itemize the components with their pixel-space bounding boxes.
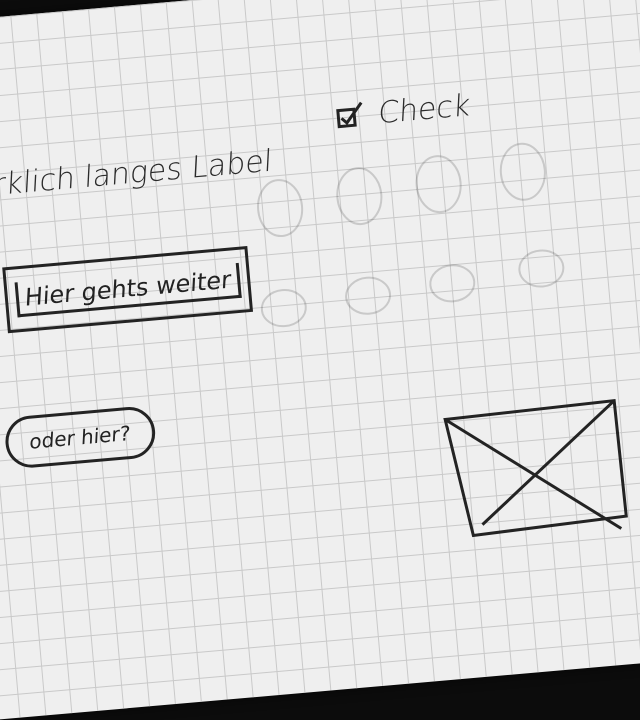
primary-button-label: Hier gehts weiter	[24, 264, 232, 312]
faint-radio-marks	[257, 142, 565, 328]
primary-button[interactable]: Hier gehts weiter	[2, 246, 254, 334]
paper-sheet: irklich langes Label Check Hier gehts we…	[0, 0, 640, 720]
checkbox-label: Check	[377, 87, 472, 132]
checkbox-check[interactable]: Check	[333, 88, 472, 135]
image-placeholder-icon	[443, 399, 628, 538]
secondary-button-label: oder hier?	[29, 420, 132, 454]
long-label: irklich langes Label	[0, 143, 273, 204]
primary-button-inner: Hier gehts weiter	[14, 262, 242, 317]
secondary-button[interactable]: oder hier?	[3, 404, 158, 470]
checkbox-icon[interactable]	[333, 100, 367, 133]
